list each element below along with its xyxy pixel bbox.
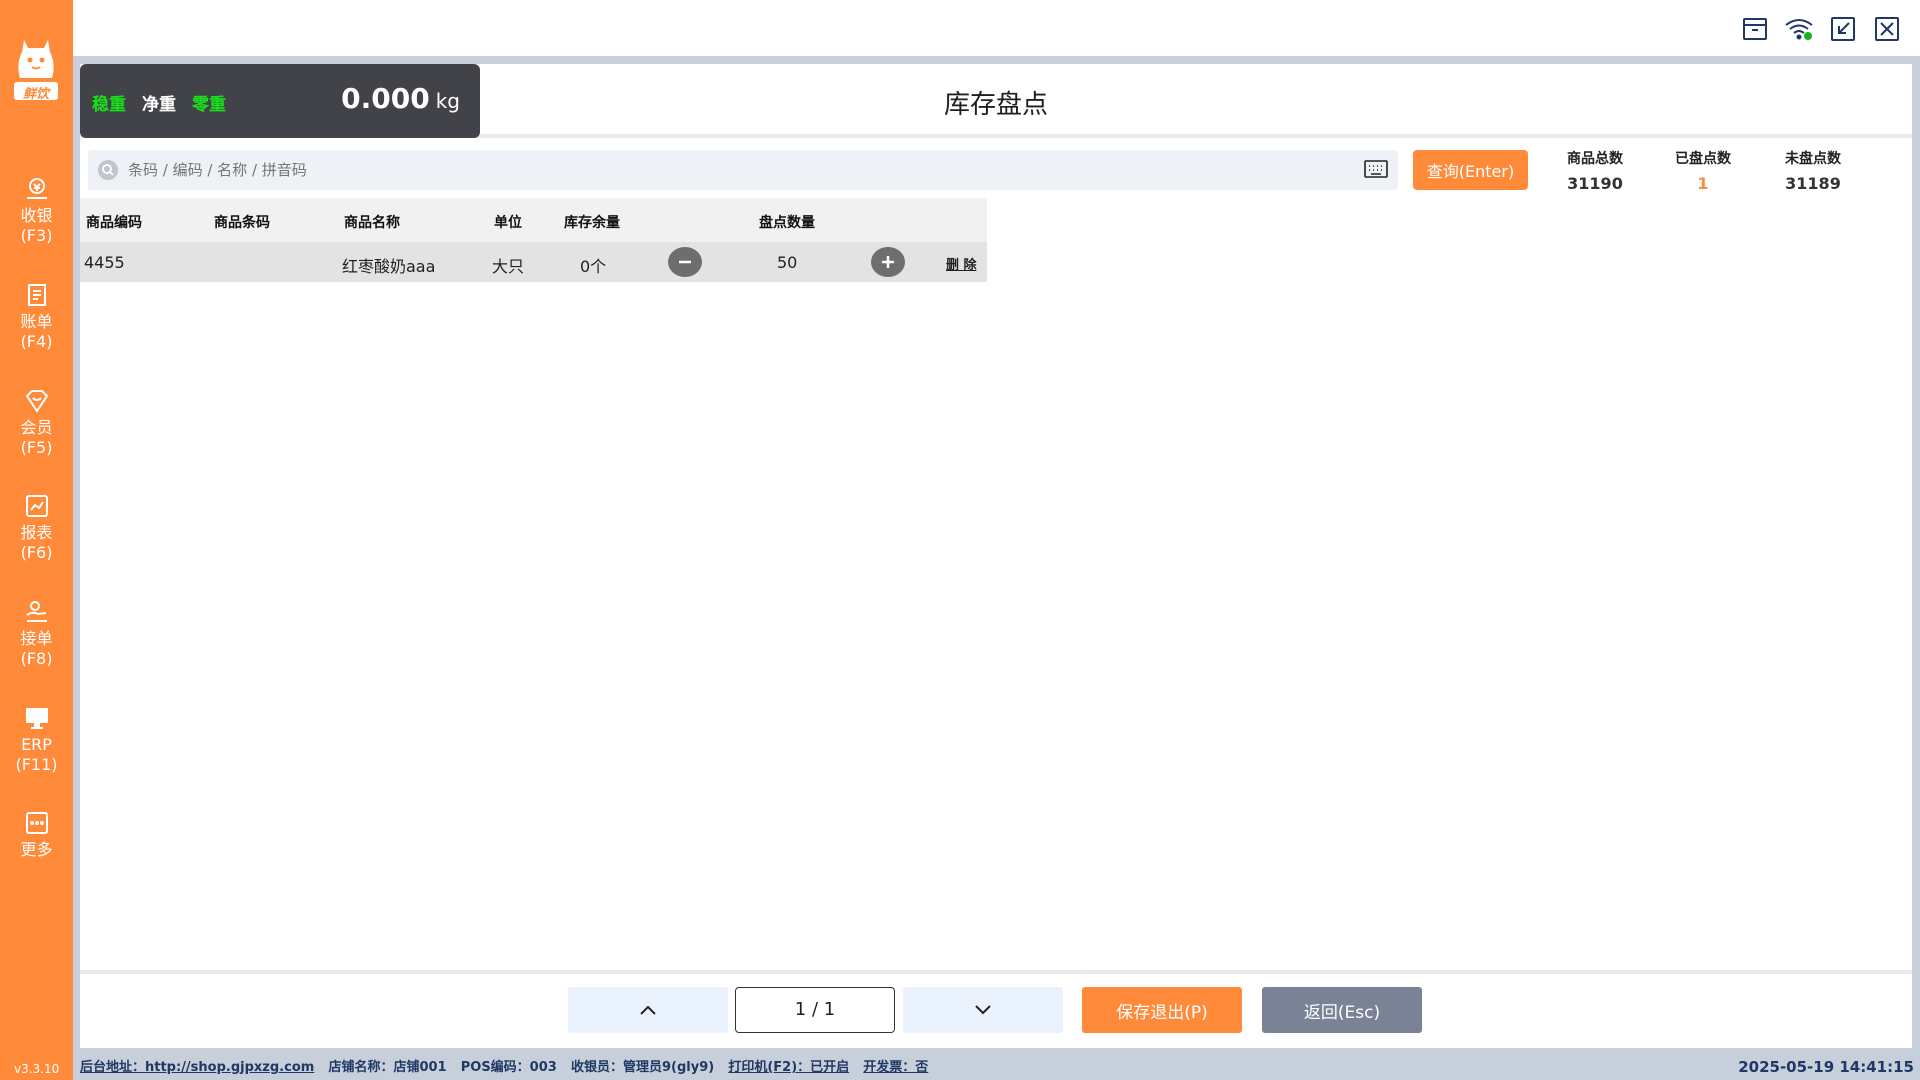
page-up-button[interactable] [568,987,728,1033]
column-header-name: 商品名称 [344,215,400,231]
weight-value: 0.000 [341,82,430,115]
total-products-stat: 商品总数 31190 [1540,148,1650,193]
wifi-icon [1785,19,1813,40]
stat-label: 未盘点数 [1785,151,1841,167]
save-exit-button[interactable]: 保存退出(P) [1082,987,1242,1033]
cell-unit: 大只 [492,257,525,276]
stat-label: 已盘点数 [1675,151,1731,167]
wifi-status-button[interactable] [1784,14,1814,44]
sidebar-item-label: 报表 [20,523,53,542]
report-icon [25,495,48,517]
sidebar-item-order[interactable]: 接单 (F8) [0,599,73,669]
bill-icon [27,284,46,306]
cash-drawer-button[interactable] [1740,14,1770,44]
sidebar-item-more[interactable]: 更多 [0,810,73,860]
search-input[interactable] [128,150,1328,190]
weight-readout: 0.000 kg [341,82,460,115]
stat-value: 31189 [1785,174,1841,193]
footer-divider [80,970,1912,974]
close-icon [1875,17,1899,41]
status-bar: 后台地址：http://shop.gjpxzg.com 店铺名称：店铺001 P… [80,1056,1920,1080]
sidebar-item-cashier[interactable]: 收银 (F3) [0,176,73,246]
plus-icon [882,256,894,268]
cashier-icon [26,178,47,199]
page-indicator: 1 / 1 [735,987,895,1033]
sidebar-item-label: 更多 [20,840,53,859]
backend-address[interactable]: 后台地址：http://shop.gjpxzg.com [80,1060,314,1075]
back-button[interactable]: 返回(Esc) [1262,987,1422,1033]
panel-header: 稳重 净重 零重 0.000 kg 库存盘点 [80,64,1912,138]
chevron-down-icon [975,1005,991,1015]
decrease-count-button[interactable] [668,247,702,277]
stat-value: 1 [1697,174,1709,193]
close-button[interactable] [1872,14,1902,44]
cashier-name: 收银员：管理员9(gly9) [570,1060,715,1075]
cell-code: 4455 [84,253,125,272]
chevron-up-icon [640,1005,656,1015]
sidebar-item-label: 收银 [20,206,53,225]
delete-row-link[interactable]: 删 除 [946,254,977,273]
sidebar-item-shortcut: (F5) [20,438,53,457]
counted-products-stat: 已盘点数 1 [1648,148,1758,193]
stat-label: 商品总数 [1567,151,1623,167]
cell-name: 红枣酸奶aaa [342,257,436,276]
inventory-table: 商品编码 商品条码 商品名称 单位 库存余量 盘点数量 4455 红枣酸奶aaa… [80,198,987,282]
minimize-icon [1831,17,1855,41]
scale-display: 稳重 净重 零重 0.000 kg [80,64,480,138]
sidebar-item-label: 接单 [20,629,53,648]
cell-stock: 0个 [580,257,607,276]
pos-code: POS编码：003 [460,1060,557,1075]
column-header-stock: 库存余量 [564,215,620,231]
brand-text: 鲜饮 [22,87,49,102]
increase-count-button[interactable] [871,247,905,277]
uncounted-products-stat: 未盘点数 31189 [1758,148,1868,193]
sidebar-item-erp[interactable]: ERP (F11) [0,705,73,775]
sidebar-item-member[interactable]: 会员 (F5) [0,388,73,458]
sidebar: 鲜饮 收银 (F3) 账单 (F4) 会员 (F5) 报表 (F6) 接单 (F… [0,0,73,1080]
net-weight-indicator: 净重 [142,95,176,115]
column-header-unit: 单位 [494,215,522,231]
sidebar-item-label: 账单 [20,312,53,331]
brand-logo: 鲜饮 [12,34,60,102]
table-row[interactable]: 4455 红枣酸奶aaa 大只 0个 50 删 除 [80,242,987,282]
order-icon [25,601,47,622]
inventory-count-panel: 稳重 净重 零重 0.000kg 库存盘点 查询(Enter) 商品总数 311… [80,64,1912,1048]
cash-drawer-icon [1743,18,1767,40]
column-header-code: 商品编码 [86,215,142,231]
search-icon [98,160,118,180]
search-bar [88,150,1398,190]
store-name: 店铺名称：店铺001 [328,1060,447,1075]
more-icon [25,812,48,834]
member-icon [25,390,48,413]
stable-weight-indicator: 稳重 [92,95,126,115]
sidebar-item-report[interactable]: 报表 (F6) [0,493,73,563]
page-down-button[interactable] [903,987,1063,1033]
column-header-count: 盘点数量 [759,215,815,231]
invoice-status[interactable]: 开发票：否 [863,1060,928,1075]
sidebar-item-label: 会员 [20,418,53,437]
app-window: 鲜饮 收银 (F3) 账单 (F4) 会员 (F5) 报表 (F6) 接单 (F… [0,0,1920,1080]
sidebar-item-bill[interactable]: 账单 (F4) [0,282,73,352]
top-bar [73,0,1920,56]
zero-weight-indicator: 零重 [192,95,226,115]
query-button[interactable]: 查询(Enter) [1413,150,1528,190]
column-header-barcode: 商品条码 [214,215,270,231]
table-header: 商品编码 商品条码 商品名称 单位 库存余量 盘点数量 [80,198,987,242]
sidebar-item-label: ERP [21,735,52,754]
minus-icon [679,260,691,264]
sidebar-item-shortcut: (F3) [20,226,53,245]
version-label: v3.3.10 [14,1062,60,1076]
sidebar-item-shortcut: (F6) [20,543,53,562]
keyboard-icon[interactable] [1364,159,1388,179]
minimize-button[interactable] [1828,14,1858,44]
printer-status[interactable]: 打印机(F2)：已开启 [728,1060,849,1075]
weight-unit: kg [435,89,460,113]
cell-count: 50 [777,253,798,272]
sidebar-item-shortcut: (F8) [20,649,53,668]
sidebar-item-shortcut: (F4) [20,332,53,351]
datetime: 2025-05-19 14:41:15 [1738,1058,1914,1076]
sidebar-item-shortcut: (F11) [15,755,58,774]
stat-value: 31190 [1567,174,1623,193]
erp-icon [25,708,48,729]
